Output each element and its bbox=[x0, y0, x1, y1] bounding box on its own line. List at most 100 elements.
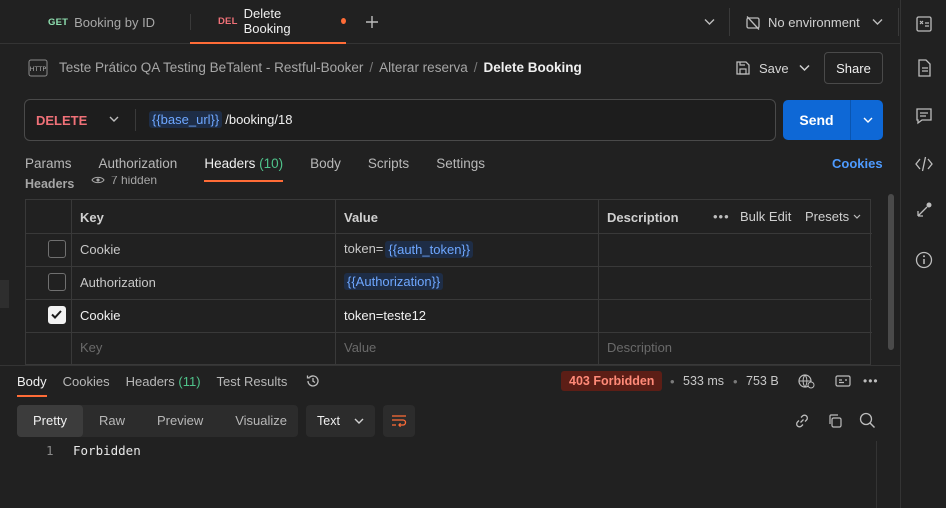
rail-divider bbox=[898, 8, 899, 36]
no-environment-icon bbox=[745, 15, 761, 31]
more-options-icon[interactable]: ••• bbox=[713, 209, 730, 224]
new-tab-plus-icon[interactable] bbox=[365, 15, 379, 29]
row-value[interactable]: {{Authorization}} bbox=[344, 273, 444, 290]
breadcrumb-separator: / bbox=[369, 60, 374, 75]
documentation-icon[interactable] bbox=[914, 58, 934, 78]
checkmark-icon bbox=[51, 310, 62, 319]
search-icon[interactable] bbox=[859, 412, 876, 429]
url-divider bbox=[135, 109, 136, 131]
headers-section-title: Headers 7 hidden bbox=[25, 176, 871, 192]
row-key[interactable]: Cookie bbox=[80, 242, 120, 257]
tab-booking-by-id[interactable]: GET Booking by ID bbox=[48, 0, 155, 44]
right-sidebar bbox=[900, 0, 946, 508]
save-response-icon[interactable] bbox=[835, 374, 851, 388]
format-dropdown[interactable]: Text bbox=[306, 405, 375, 437]
status-badge[interactable]: 403 Forbidden bbox=[561, 371, 663, 391]
meta-separator: • bbox=[670, 374, 675, 389]
svg-text:HTTP: HTTP bbox=[30, 65, 47, 73]
response-headers-count: (11) bbox=[178, 374, 201, 389]
row-value[interactable]: token=teste12 bbox=[344, 308, 426, 323]
row-value-variable: {{auth_token}} bbox=[385, 241, 474, 258]
wrap-lines-button[interactable] bbox=[383, 405, 415, 437]
save-dropdown-chevron-icon[interactable] bbox=[799, 64, 810, 72]
tab-method: DEL bbox=[218, 15, 238, 27]
code-snippet-icon[interactable] bbox=[914, 154, 934, 174]
row-key[interactable]: Cookie bbox=[80, 308, 120, 323]
column-key: Key bbox=[80, 210, 104, 225]
breadcrumb-folder[interactable]: Alterar reserva bbox=[379, 60, 468, 75]
response-tab-test-results[interactable]: Test Results bbox=[217, 374, 288, 397]
response-tab-headers[interactable]: Headers (11) bbox=[126, 374, 201, 397]
tab-label: Delete Booking bbox=[243, 6, 291, 36]
link-icon[interactable] bbox=[794, 413, 810, 429]
share-button[interactable]: Share bbox=[824, 52, 883, 84]
row-checkbox[interactable] bbox=[48, 273, 66, 291]
presets-chevron-icon bbox=[853, 214, 861, 219]
breadcrumb-separator: / bbox=[473, 60, 478, 75]
view-preview[interactable]: Preview bbox=[141, 405, 219, 437]
new-key-placeholder[interactable]: Key bbox=[80, 340, 102, 355]
send-options-chevron-icon[interactable] bbox=[863, 117, 873, 124]
response-tab-body[interactable]: Body bbox=[17, 374, 47, 397]
url-path: /booking/18 bbox=[225, 112, 293, 127]
network-globe-icon[interactable] bbox=[797, 373, 815, 389]
presets-label: Presets bbox=[805, 209, 850, 224]
related-collections-icon[interactable] bbox=[914, 200, 934, 220]
row-value[interactable]: token= {{auth_token}} bbox=[344, 241, 474, 258]
wrap-lines-icon bbox=[392, 415, 407, 428]
tab-headers-label: Headers bbox=[204, 156, 256, 171]
history-icon[interactable] bbox=[305, 373, 321, 389]
column-value: Value bbox=[344, 210, 378, 225]
copy-icon[interactable] bbox=[827, 413, 843, 429]
response-body-text[interactable]: Forbidden bbox=[73, 443, 141, 458]
view-pretty[interactable]: Pretty bbox=[17, 405, 83, 437]
cookies-link[interactable]: Cookies bbox=[832, 156, 883, 171]
sidebar-collapse-handle[interactable] bbox=[0, 280, 9, 308]
breadcrumb: Teste Prático QA Testing BeTalent - Rest… bbox=[59, 60, 582, 75]
environment-chevron-icon[interactable] bbox=[872, 18, 883, 26]
send-divider bbox=[850, 100, 851, 140]
breadcrumb-collection[interactable]: Teste Prático QA Testing BeTalent - Rest… bbox=[59, 60, 363, 75]
save-label: Save bbox=[759, 60, 789, 76]
environment-selector[interactable]: No environment bbox=[768, 15, 860, 30]
response-headers-label: Headers bbox=[125, 374, 175, 389]
environment-quicklook-icon[interactable] bbox=[914, 14, 934, 34]
tab-delete-booking[interactable]: DEL Delete Booking bbox=[190, 0, 346, 44]
send-button[interactable]: Send bbox=[783, 100, 850, 140]
line-number: 1 bbox=[46, 443, 54, 458]
response-tabs: Body Cookies Headers (11) Test Results bbox=[17, 374, 303, 397]
save-button[interactable]: Save bbox=[735, 60, 789, 76]
bulk-edit-button[interactable]: Bulk Edit bbox=[740, 209, 791, 224]
row-key[interactable]: Authorization bbox=[80, 275, 156, 290]
unsaved-dot-icon bbox=[341, 18, 346, 24]
new-value-placeholder[interactable]: Value bbox=[344, 340, 376, 355]
info-icon[interactable] bbox=[914, 250, 934, 270]
response-more-icon[interactable]: ••• bbox=[863, 374, 879, 388]
url-bar: DELETE {{base_url}} /booking/18 bbox=[24, 99, 776, 141]
hidden-headers-toggle[interactable]: 7 hidden bbox=[91, 176, 157, 187]
url-input[interactable]: {{base_url}} /booking/18 bbox=[149, 111, 292, 128]
request-scrollbar[interactable] bbox=[888, 194, 894, 350]
tabs-dropdown-chevron-icon[interactable] bbox=[704, 18, 715, 26]
row-checkbox-checked[interactable] bbox=[48, 306, 66, 324]
comments-icon[interactable] bbox=[914, 106, 934, 126]
new-description-placeholder[interactable]: Description bbox=[607, 340, 672, 355]
response-tab-cookies[interactable]: Cookies bbox=[63, 374, 110, 397]
tab-label: Booking by ID bbox=[74, 14, 156, 30]
view-raw[interactable]: Raw bbox=[83, 405, 141, 437]
response-time[interactable]: 533 ms bbox=[683, 374, 724, 388]
presets-dropdown[interactable]: Presets bbox=[805, 209, 861, 224]
response-size[interactable]: 753 B bbox=[746, 374, 779, 388]
eye-icon bbox=[91, 176, 105, 184]
row-checkbox[interactable] bbox=[48, 240, 66, 258]
method-selector[interactable]: DELETE bbox=[36, 113, 87, 128]
row-value-prefix: token= bbox=[344, 241, 384, 256]
format-chevron-icon bbox=[354, 418, 364, 424]
url-variable: {{base_url}} bbox=[149, 111, 223, 128]
breadcrumb-request-title[interactable]: Delete Booking bbox=[483, 60, 581, 75]
format-label: Text bbox=[317, 414, 340, 428]
method-chevron-icon[interactable] bbox=[109, 116, 119, 123]
view-visualize[interactable]: Visualize bbox=[219, 405, 303, 437]
headers-count: (10) bbox=[259, 156, 284, 171]
headers-title: Headers bbox=[25, 177, 75, 191]
